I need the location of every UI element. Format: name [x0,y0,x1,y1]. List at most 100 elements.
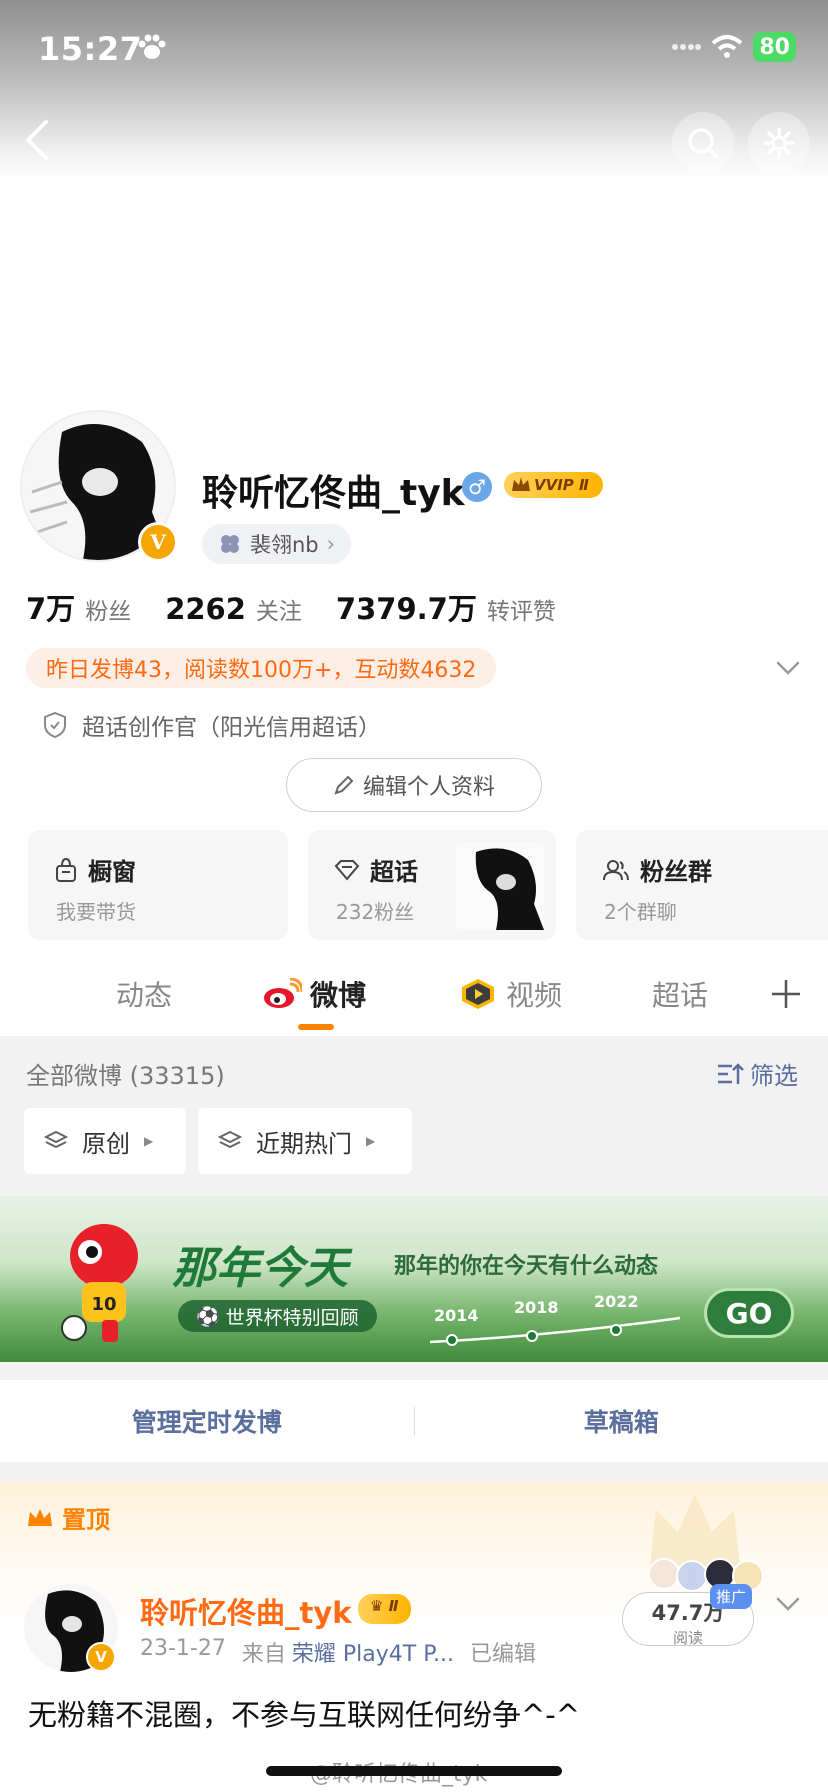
active-tab-indicator [298,1024,334,1030]
scheduled-posts-button[interactable]: 管理定时发博 [0,1403,414,1439]
profile-tabs: 动态 微博 视频 超话 [0,960,828,1036]
chip-recent-hot[interactable]: 近期热门 ▶ [198,1108,412,1174]
supertopic-thumbnail [456,842,544,930]
interactions-label: 转评赞 [486,599,556,625]
pinned-label: 置顶 [26,1500,110,1535]
verified-badge: V [138,522,178,562]
gender-male-icon: ♂ [462,472,492,502]
post-source[interactable]: 荣耀 Play4T P... [292,1636,454,1668]
wifi-icon [712,35,743,58]
banner-year: 2018 [514,1298,559,1317]
following-count: 2262 [165,592,246,626]
post-date: 23-1-27 [140,1636,226,1661]
home-indicator[interactable] [266,1766,562,1776]
shield-icon [44,711,66,739]
fan-group-sub: 2个群聊 [604,900,677,924]
activity-summary[interactable]: 昨日发博43，阅读数100万+，互动数4632 [26,648,497,688]
banner-go-button[interactable]: GO [704,1288,794,1338]
interactions-count: 7379.7万 [335,592,477,626]
tab-weibo[interactable]: 微博 [262,974,366,1014]
gear-icon [763,127,795,159]
tab-video-label: 视频 [506,979,563,1012]
post-text: 无粉籍不混圈，不参与互联网任何纷争^-^ [28,1698,581,1732]
post-menu-chevron-icon[interactable] [774,1590,802,1618]
soccer-ball-icon: ⚽ [196,1305,220,1328]
tab-dynamics[interactable]: 动态 [116,974,172,1014]
banner-pill: ⚽ 世界杯特别回顾 [178,1300,377,1332]
chip-recent-hot-label: 近期热门 [256,1129,352,1158]
add-tab-icon[interactable] [770,978,802,1010]
profile-stats: 7万 粉丝 2262 关注 7379.7万 转评赞 [26,586,556,628]
edit-profile-button[interactable]: 编辑个人资料 [286,758,542,812]
battery-indicator: 80 [753,32,796,62]
followers-count: 7万 [26,592,76,626]
caret-right-icon: ▶ [144,1134,154,1148]
vvip-badge[interactable]: VVIP Ⅱ [504,470,603,500]
group-icon [603,859,629,880]
creator-label: 超话创作官（阳光信用超话） [82,715,381,741]
banner-subtitle: 那年的你在今天有什么动态 [394,1254,659,1279]
post-verified-badge: V [86,1642,116,1672]
tab-supertopic[interactable]: 超话 [652,974,708,1014]
fan-group-title: 粉丝群 [640,858,712,886]
profile-tag[interactable]: 裴翎nb › [202,524,352,564]
promote-badge[interactable]: 推广 [710,1584,753,1609]
post-author-name[interactable]: 聆听忆佟曲_tyk [140,1590,352,1632]
pencil-icon [334,775,354,795]
vvip-label: VVIP Ⅱ [504,472,603,498]
tab-supertopic-label: 超话 [652,979,709,1012]
post-edited: 已编辑 [470,1642,537,1667]
diamond-icon [334,859,360,881]
crown-icon [28,1508,52,1526]
post-vip-badge: ♛ Ⅱ [358,1594,411,1624]
caret-right-icon: ▶ [366,1134,376,1148]
profile-avatar-container[interactable]: V [20,410,184,562]
on-this-day-banner[interactable]: 10 那年今天 那年的你在今天有什么动态 ⚽ 世界杯特别回顾 2014 2018… [0,1196,828,1362]
followers-label: 粉丝 [85,599,132,625]
supertopic-card[interactable]: 超话 232粉丝 [308,830,556,940]
search-button[interactable] [672,112,734,174]
management-row: 管理定时发博 草稿箱 [0,1380,828,1462]
status-time: 15:27 [38,30,143,68]
layers-icon [44,1130,68,1149]
showcase-sub: 我要带货 [56,900,136,924]
post-source-prefix: 来自 [241,1642,286,1667]
signal-icon [672,44,702,50]
chevron-down-icon[interactable] [774,654,802,682]
fan-group-card-title: 粉丝群 [602,852,712,887]
creator-badge[interactable]: 超话创作官（阳光信用超话） [42,708,381,742]
chip-original-label: 原创 [82,1129,130,1158]
banner-title: 那年今天 [172,1243,348,1294]
supertopic-title: 超话 [370,858,418,886]
post-vip-level: Ⅱ [388,1597,399,1615]
chevron-right-icon: › [326,532,336,556]
drafts-button[interactable]: 草稿箱 [415,1403,828,1439]
fan-group-card[interactable]: 粉丝群 2个群聊 [576,830,828,940]
banner-year: 2022 [594,1292,639,1311]
tab-video[interactable]: 视频 [458,974,562,1014]
banner-year: 2014 [434,1306,479,1325]
settings-button[interactable] [748,112,810,174]
chip-original[interactable]: 原创 ▶ [24,1108,186,1174]
status-indicators: 80 [671,32,796,62]
filter-label: 筛选 [750,1062,798,1090]
clover-icon [221,535,239,553]
showcase-card-title: 橱窗 [54,852,136,887]
weibo-logo-icon [264,978,302,1008]
supertopic-sub: 232粉丝 [336,900,415,924]
back-icon[interactable] [18,116,58,164]
interactions-stat[interactable]: 7379.7万 转评赞 [336,586,556,628]
svg-text:10: 10 [91,1294,116,1315]
crown-icon [512,477,530,491]
followers-stat[interactable]: 7万 粉丝 [26,586,131,628]
pinned-text: 置顶 [62,1506,110,1534]
vvip-text: VVIP Ⅱ [534,476,589,494]
showcase-card[interactable]: 橱窗 我要带货 [28,830,288,940]
mascot-icon: 10 [61,1224,138,1342]
filter-button[interactable]: 筛选 [716,1056,798,1091]
following-stat[interactable]: 2262 关注 [165,592,302,626]
feed-title: 全部微博 (33315) [26,1062,225,1090]
read-label: 阅读 [672,1629,703,1647]
bag-icon [56,857,76,882]
filter-icon [718,1062,744,1084]
